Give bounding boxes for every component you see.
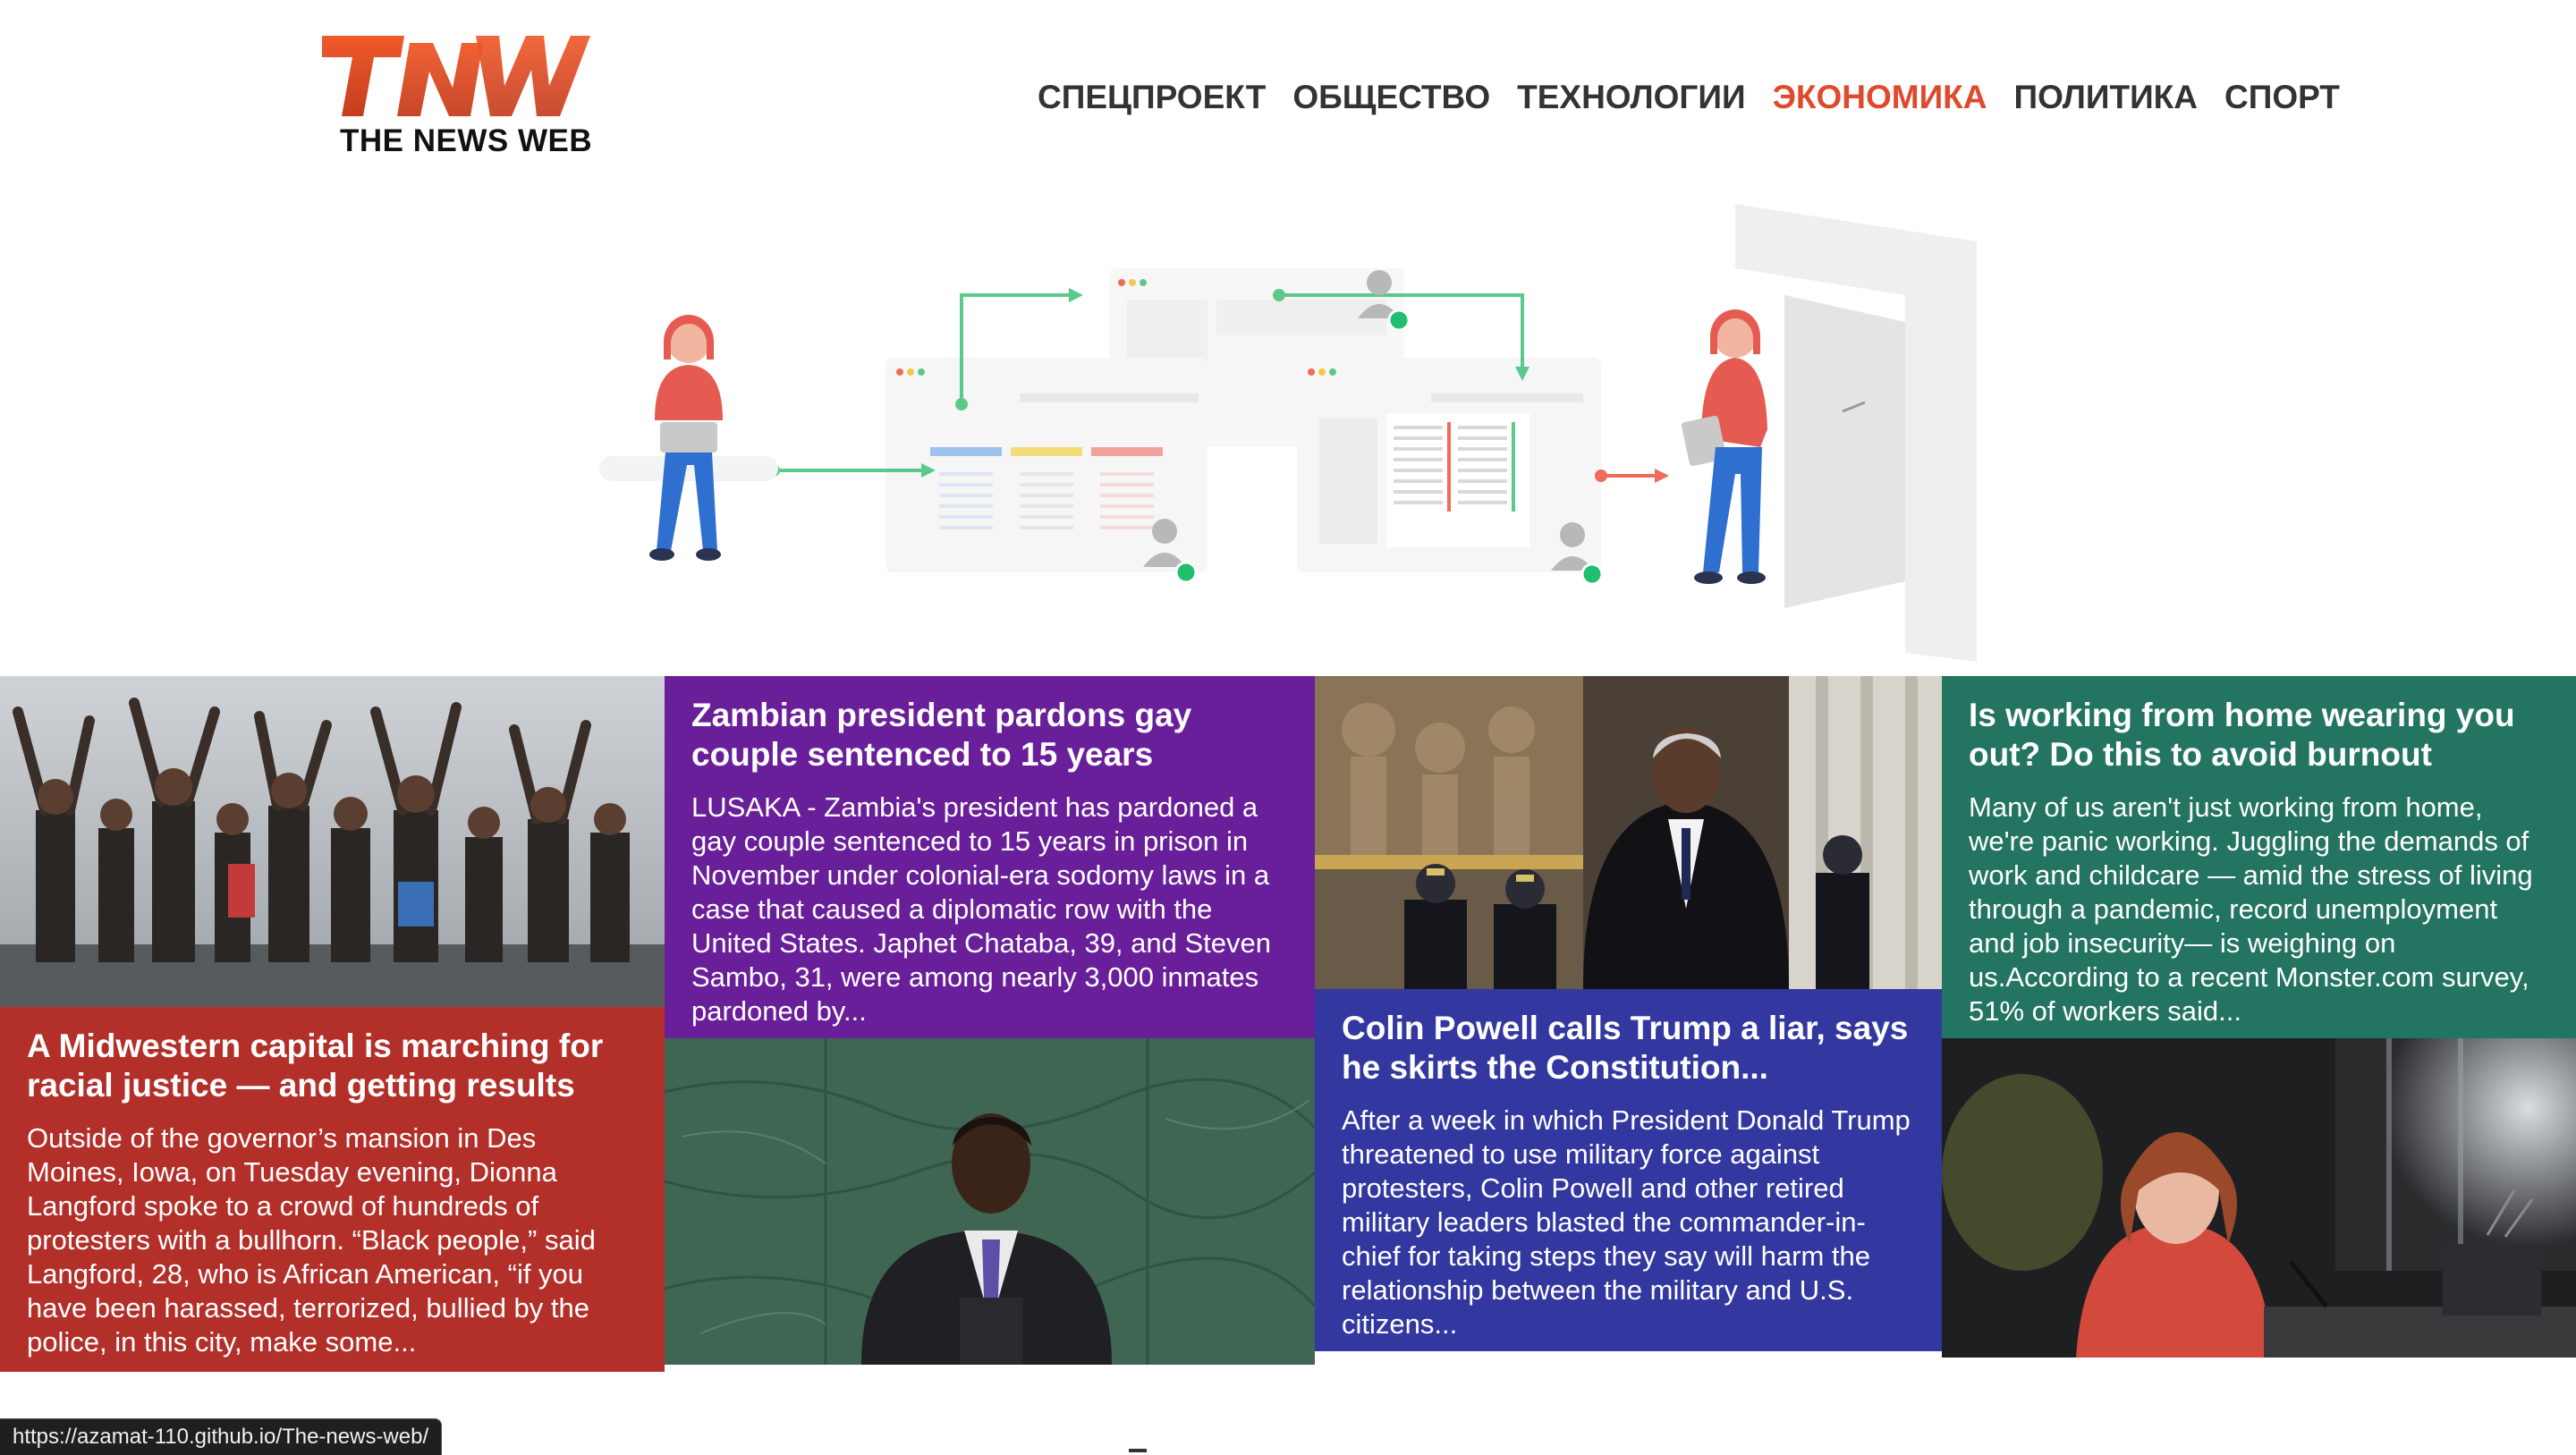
nav-item-economy[interactable]: ЭКОНОМИКА xyxy=(1773,79,1987,116)
article-image-protest[interactable] xyxy=(0,676,665,1007)
main-nav: СПЕЦПРОЕКТ ОБЩЕСТВО ТЕХНОЛОГИИ ЭКОНОМИКА… xyxy=(1038,79,2340,116)
nav-item-sport[interactable]: СПОРТ xyxy=(2224,79,2340,116)
dashboard-window-right xyxy=(1297,358,1601,572)
hero-illustration xyxy=(599,204,1977,662)
browser-status-url: https://azamat-110.github.io/The-news-we… xyxy=(0,1418,443,1455)
article-image-capitol[interactable] xyxy=(1315,676,1942,989)
article-text-card: Colin Powell calls Trump a liar, says he… xyxy=(1315,989,1942,1351)
article-image-home-office[interactable] xyxy=(1942,1038,2576,1358)
article-text-card: A Midwestern capital is marching for rac… xyxy=(0,1007,665,1372)
article-text-card: Zambian president pardons gay couple sen… xyxy=(665,676,1315,1038)
nav-item-society[interactable]: ОБЩЕСТВО xyxy=(1292,79,1490,116)
scroll-indicator xyxy=(1129,1449,1147,1452)
article-image-president[interactable] xyxy=(665,1038,1315,1365)
article-excerpt: LUSAKA - Zambia's president has pardoned… xyxy=(691,791,1272,1027)
logo-tagline: THE NEWS WEB xyxy=(340,123,593,158)
person-tablet-icon xyxy=(1682,309,1767,584)
article-excerpt: After a week in which President Donald T… xyxy=(1342,1104,1911,1340)
article-headline[interactable]: Is working from home wearing you out? Do… xyxy=(1969,696,2549,774)
logo-mark-icon xyxy=(322,36,590,116)
article-excerpt: Many of us aren't just working from home… xyxy=(1969,791,2533,1027)
person-laptop-icon xyxy=(599,315,778,561)
article-excerpt: Outside of the governor’s mansion in Des… xyxy=(27,1122,596,1358)
site-logo[interactable]: THE NEWS WEB xyxy=(322,34,593,168)
nav-item-specproject[interactable]: СПЕЦПРОЕКТ xyxy=(1038,79,1266,116)
news-grid: A Midwestern capital is marching for rac… xyxy=(0,676,2576,1374)
article-card[interactable]: Is working from home wearing you out? Do… xyxy=(1942,676,2576,1358)
red-arrow xyxy=(1595,469,1669,483)
article-headline[interactable]: Zambian president pardons gay couple sen… xyxy=(691,696,1288,774)
article-headline[interactable]: A Midwestern capital is marching for rac… xyxy=(27,1027,638,1105)
door-icon xyxy=(1735,204,1977,662)
nav-item-politics[interactable]: ПОЛИТИКА xyxy=(2013,79,2198,116)
article-text-card: Is working from home wearing you out? Do… xyxy=(1942,676,2576,1038)
article-card[interactable]: Zambian president pardons gay couple sen… xyxy=(665,676,1315,1365)
article-card[interactable]: A Midwestern capital is marching for rac… xyxy=(0,676,665,1372)
article-card[interactable]: Colin Powell calls Trump a liar, says he… xyxy=(1315,676,1942,1351)
article-headline[interactable]: Colin Powell calls Trump a liar, says he… xyxy=(1342,1009,1915,1087)
nav-item-technology[interactable]: ТЕХНОЛОГИИ xyxy=(1517,79,1745,116)
